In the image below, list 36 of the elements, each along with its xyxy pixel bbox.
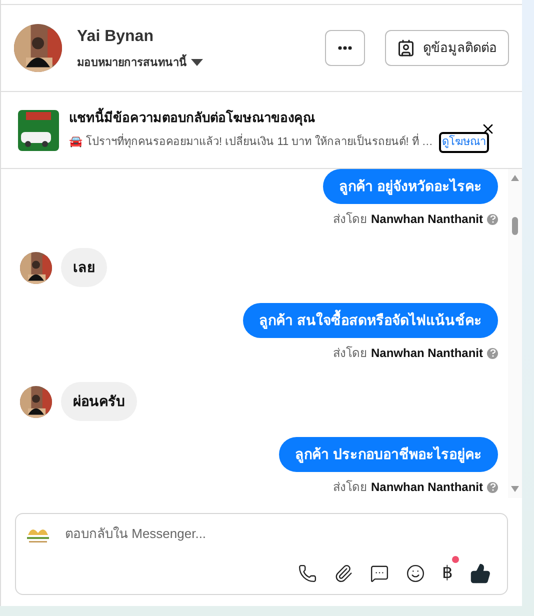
contact-card-icon bbox=[397, 39, 415, 57]
paperclip-icon bbox=[334, 564, 353, 582]
phone-icon bbox=[298, 564, 317, 582]
sent-message-bubble: ลูกค้า ประกอบอาชีพอะไรอยู่คะ bbox=[279, 437, 498, 472]
sender-name: Nanwhan Nanthanit bbox=[370, 479, 483, 496]
ad-reply-title: แชทนี้มีข้อความตอบกลับต่อโฆษณาของคุณ bbox=[69, 108, 316, 127]
received-message-bubble: เลย bbox=[61, 248, 107, 287]
caret-icon bbox=[191, 59, 203, 67]
ad-text: 🚘 โปราฯที่ทุกคนรอคอยมาแล้ว! เปลี่ยนเงิน 11 บาท ให้กลายเป็นรถยนต์! ที่ … bbox=[69, 134, 433, 150]
contact-name: Yai Bynan bbox=[77, 26, 154, 47]
smiley-icon bbox=[406, 564, 425, 582]
received-message-bubble: ผ่อนครับ bbox=[61, 382, 137, 421]
view-ad-link[interactable]: ดูโฆษณา bbox=[438, 132, 489, 152]
more-button[interactable] bbox=[325, 30, 365, 66]
reply-composer[interactable]: ตอบกลับใน Messenger... ฿ bbox=[15, 513, 508, 595]
sent-message-bubble: ลูกค้า อยู่จังหวัดอะไรคะ bbox=[323, 169, 498, 204]
reply-input[interactable]: ตอบกลับใน Messenger... bbox=[65, 524, 499, 544]
help-icon bbox=[487, 348, 498, 358]
assign-dropdown[interactable]: มอบหมายการสนทนานี้ bbox=[77, 54, 203, 72]
sent-by-label: ส่งโดย bbox=[332, 479, 367, 496]
scroll-down-icon[interactable] bbox=[511, 486, 519, 492]
thumbs-up-icon bbox=[470, 562, 491, 584]
scroll-up-icon[interactable] bbox=[511, 175, 519, 181]
scrollbar-thumb[interactable] bbox=[512, 217, 518, 235]
sender-name: Nanwhan Nanthanit bbox=[370, 345, 483, 362]
chat-bubble-icon bbox=[370, 564, 389, 582]
sent-by-label: ส่งโดย bbox=[332, 345, 367, 362]
sent-by-label: ส่งโดย bbox=[332, 211, 367, 228]
contact-info-button[interactable]: ดูข้อมูลติดต่อ bbox=[385, 30, 509, 66]
sent-message-bubble: ลูกค้า สนใจซื้อสดหรือจัดไฟแน้นช์คะ bbox=[243, 303, 498, 338]
help-icon bbox=[487, 214, 498, 224]
currency-button[interactable]: ฿ bbox=[442, 563, 453, 582]
help-icon bbox=[487, 482, 498, 492]
scrollbar[interactable] bbox=[508, 169, 522, 498]
sender-name: Nanwhan Nanthanit bbox=[370, 211, 483, 228]
more-icon bbox=[338, 46, 352, 50]
